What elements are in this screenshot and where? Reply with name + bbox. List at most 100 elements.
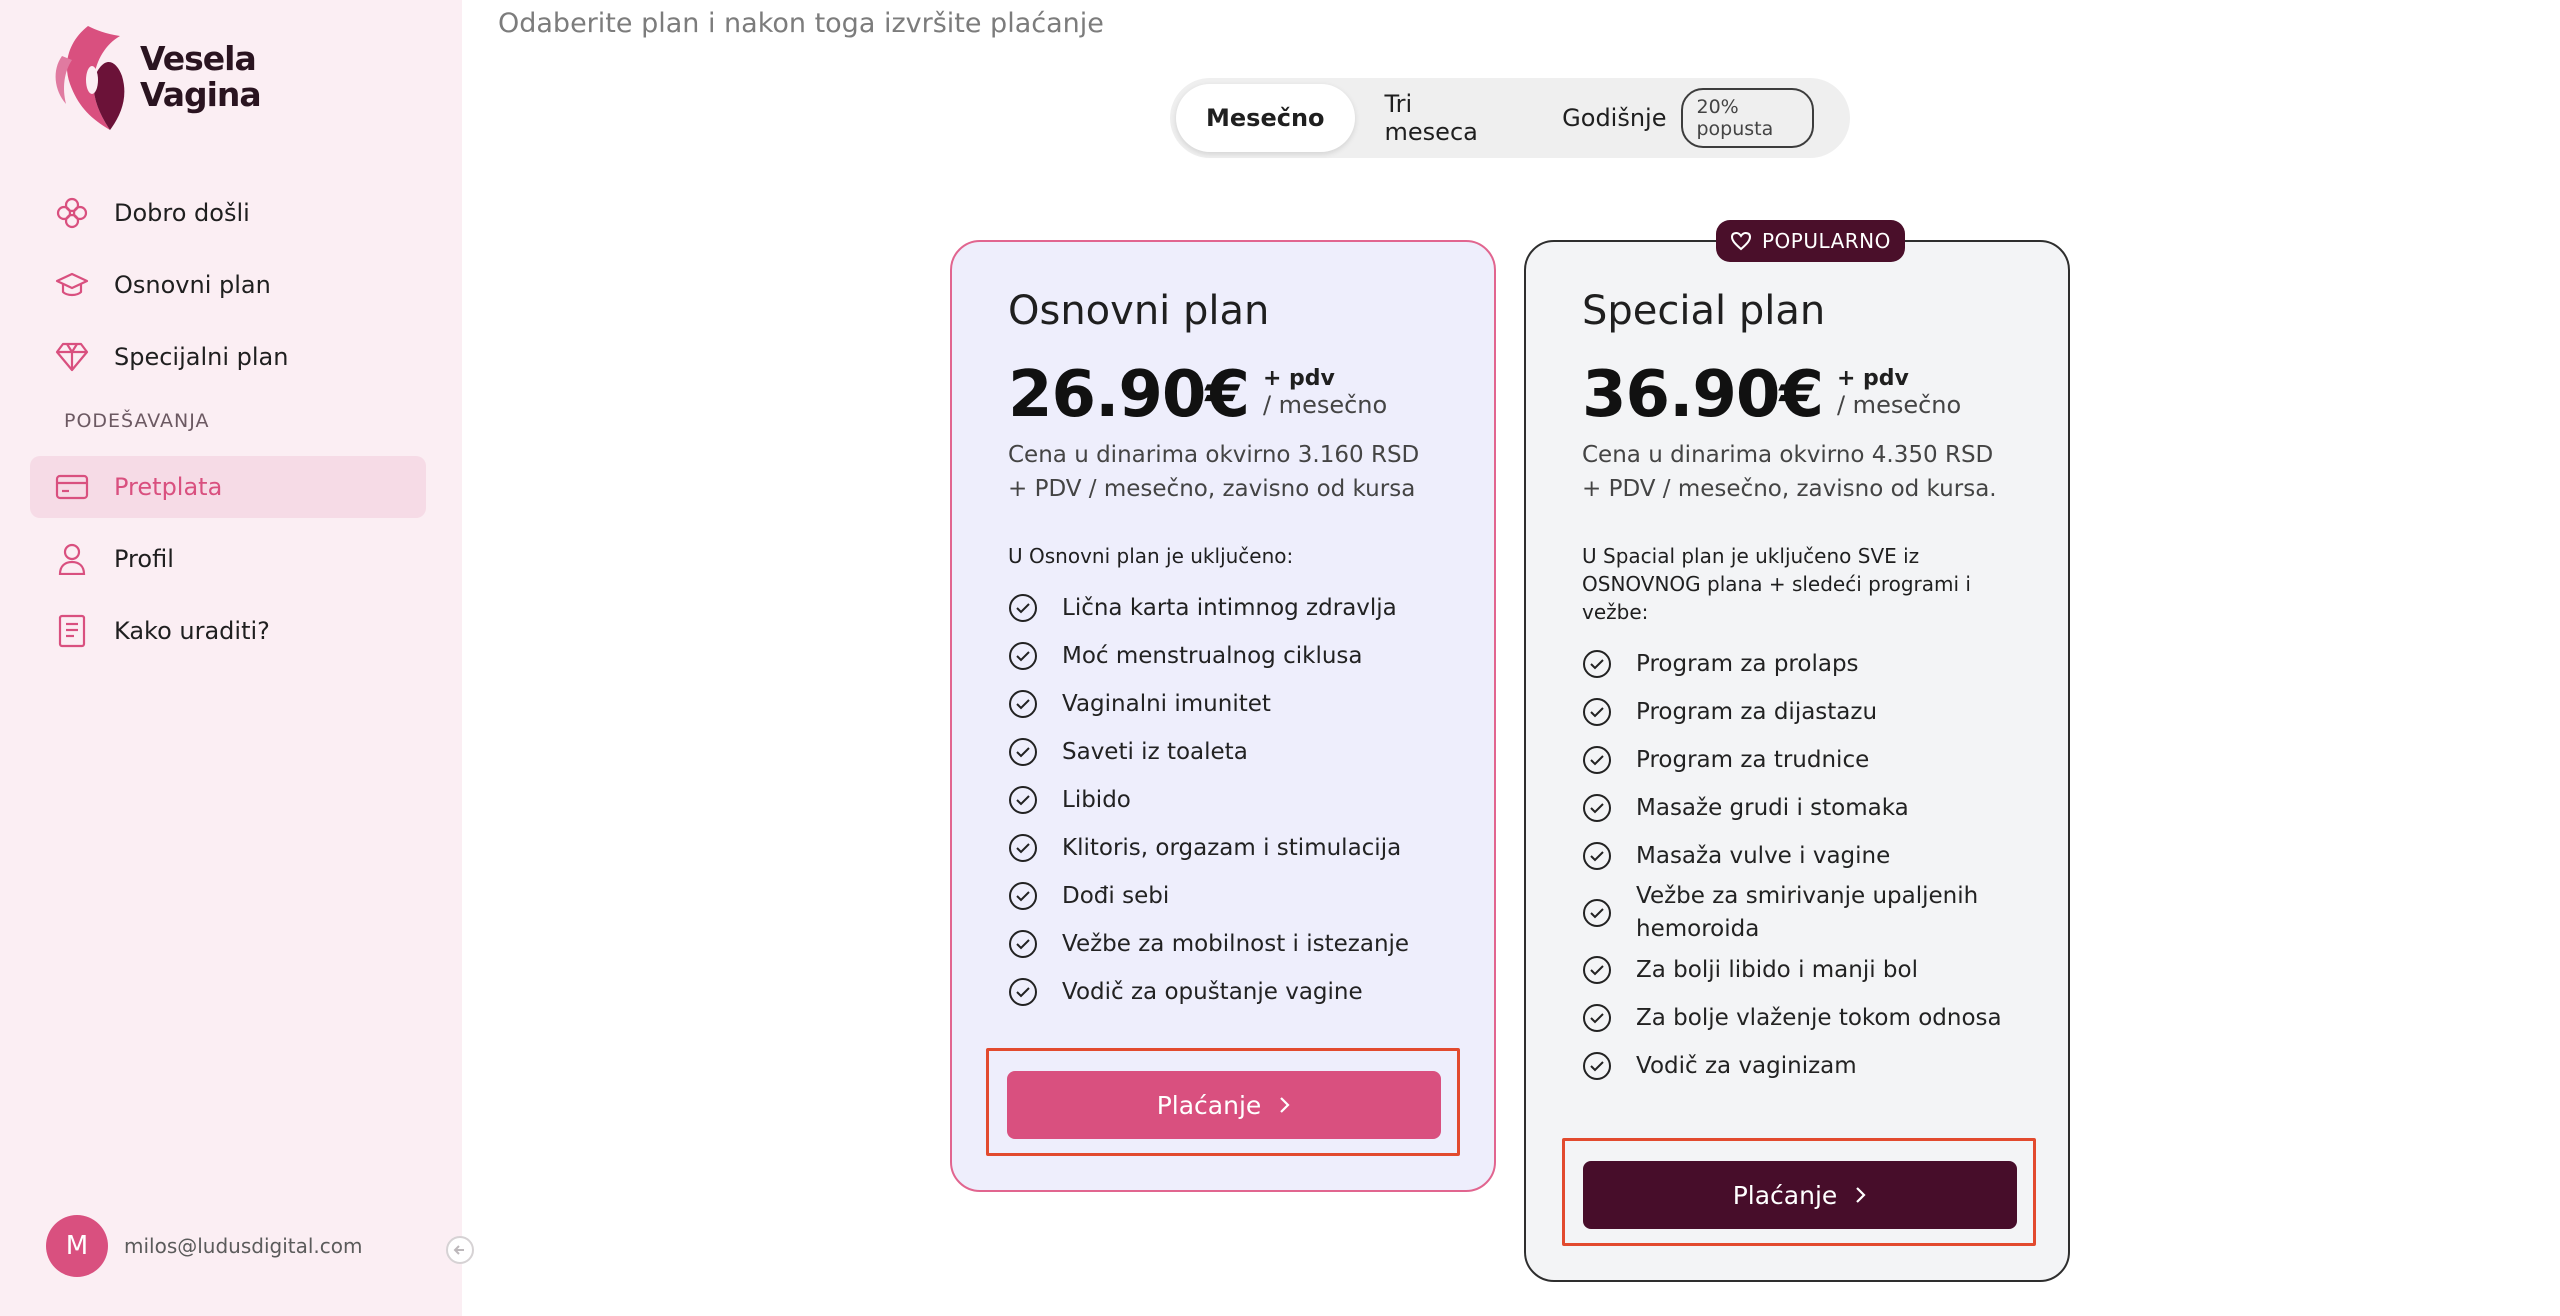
check-circle-icon	[1583, 746, 1611, 774]
check-circle-icon	[1583, 842, 1611, 870]
plan-name: Special plan	[1582, 288, 1826, 334]
sidebar-item-dobro-dosli[interactable]: Dobro došli	[30, 182, 426, 244]
plan-price: 36.90€	[1582, 358, 1824, 432]
sidebar-item-specijalni-plan[interactable]: Specijalni plan	[30, 326, 426, 388]
chevron-right-icon	[1280, 1097, 1290, 1113]
sidebar-item-osnovni-plan[interactable]: Osnovni plan	[30, 254, 426, 316]
discount-badge: 20% popusta	[1680, 88, 1814, 148]
feature-item: Klitoris, orgazam i stimulacija	[1008, 824, 1438, 872]
feature-item: Vodič za opuštanje vagine	[1008, 968, 1438, 1016]
feature-list: Lična karta intimnog zdravlja Moć menstr…	[1008, 584, 1438, 1016]
chevron-right-icon	[1856, 1187, 1866, 1203]
feature-item: Saveti iz toaleta	[1008, 728, 1438, 776]
feature-item: Vežbe za smirivanje upaljenih hemoroida	[1582, 880, 2012, 946]
sidebar-item-label: Profil	[114, 545, 174, 573]
logo-mark-icon	[55, 26, 125, 130]
plan-price: 26.90€	[1008, 358, 1250, 432]
sidebar-item-label: Osnovni plan	[114, 271, 271, 299]
popular-badge-label: POPULARNO	[1762, 229, 1891, 253]
avatar[interactable]: M	[46, 1215, 108, 1277]
sidebar-item-label: Specijalni plan	[114, 343, 289, 371]
check-circle-icon	[1583, 899, 1611, 927]
check-circle-icon	[1583, 794, 1611, 822]
check-circle-icon	[1009, 642, 1037, 670]
plan-pdv: + pdv	[1262, 366, 1335, 391]
feature-item: Vežbe za mobilnost i istezanje	[1008, 920, 1438, 968]
feature-list: Program za prolaps Program za dijastazu …	[1582, 640, 2012, 1090]
check-circle-icon	[1009, 978, 1037, 1006]
sidebar-item-label: Pretplata	[114, 473, 223, 501]
user-icon	[54, 541, 90, 577]
feature-item: Libido	[1008, 776, 1438, 824]
flower-icon	[54, 195, 90, 231]
feature-item: Dođi sebi	[1008, 872, 1438, 920]
plan-name: Osnovni plan	[1008, 288, 1270, 334]
logo-line1: Vesela	[140, 39, 257, 78]
feature-item: Za bolje vlaženje tokom odnosa	[1582, 994, 2012, 1042]
check-circle-icon	[1009, 930, 1037, 958]
check-circle-icon	[1583, 1004, 1611, 1032]
check-circle-icon	[1583, 956, 1611, 984]
user-profile[interactable]: M milos@ludusdigital.com	[46, 1215, 363, 1277]
pay-button-basic[interactable]: Plaćanje	[1007, 1071, 1441, 1139]
billing-option-tri-meseca[interactable]: Tri meseca	[1355, 84, 1533, 152]
pay-button-special[interactable]: Plaćanje	[1583, 1161, 2017, 1229]
page-subtitle: Odaberite plan i nakon toga izvršite pla…	[498, 8, 1104, 39]
check-circle-icon	[1583, 1052, 1611, 1080]
plan-period: / mesečno	[1836, 391, 1962, 419]
pay-button-label: Plaćanje	[1732, 1180, 1838, 1210]
popular-badge: POPULARNO	[1716, 220, 1905, 262]
check-circle-icon	[1009, 882, 1037, 910]
feature-item: Masaže grudi i stomaka	[1582, 784, 2012, 832]
check-circle-icon	[1009, 834, 1037, 862]
sidebar-item-kako-uraditi[interactable]: Kako uraditi?	[30, 600, 426, 662]
billing-option-label: Godišnje	[1562, 104, 1667, 132]
feature-item: Vaginalni imunitet	[1008, 680, 1438, 728]
sidebar-nav: Dobro došli Osnovni plan Specijalni plan…	[30, 182, 426, 672]
sidebar-item-label: Kako uraditi?	[114, 617, 270, 645]
billing-option-mesecno[interactable]: Mesečno	[1176, 84, 1355, 152]
check-circle-icon	[1583, 698, 1611, 726]
sidebar-item-profil[interactable]: Profil	[30, 528, 426, 590]
pay-button-highlight: Plaćanje	[986, 1048, 1460, 1156]
feature-item: Moć menstrualnog ciklusa	[1008, 632, 1438, 680]
check-circle-icon	[1583, 650, 1611, 678]
feature-item: Vodič za vaginizam	[1582, 1042, 2012, 1090]
feature-item: Program za trudnice	[1582, 736, 2012, 784]
graduation-cap-icon	[54, 267, 90, 303]
check-circle-icon	[1009, 690, 1037, 718]
sidebar: Vesela Vagina Dobro došli Osnovni plan S…	[0, 0, 474, 1316]
sidebar-item-label: Dobro došli	[114, 199, 250, 227]
plan-pdv: + pdv	[1836, 366, 1909, 391]
collapse-sidebar-button[interactable]	[446, 1236, 474, 1264]
feature-item: Program za dijastazu	[1582, 688, 2012, 736]
check-circle-icon	[1009, 594, 1037, 622]
check-circle-icon	[1009, 738, 1037, 766]
plan-included-title: U Spacial plan je uključeno SVE iz OSNOV…	[1582, 544, 1971, 624]
logo[interactable]: Vesela Vagina	[48, 18, 262, 136]
diamond-icon	[54, 339, 90, 375]
feature-item: Masaža vulve i vagine	[1582, 832, 2012, 880]
logo-line2: Vagina	[140, 75, 262, 114]
feature-item: Program za prolaps	[1582, 640, 2012, 688]
settings-section-label: PODEŠAVANJA	[64, 410, 210, 432]
pay-button-highlight: Plaćanje	[1562, 1138, 2036, 1246]
document-icon	[54, 613, 90, 649]
user-email: milos@ludusdigital.com	[124, 1234, 363, 1258]
plan-included-title: U Osnovni plan je uključeno:	[1008, 544, 1294, 568]
plan-price-note: Cena u dinarima okvirno 4.350 RSD + PDV …	[1582, 442, 1997, 502]
pay-button-label: Plaćanje	[1156, 1090, 1262, 1120]
plan-card-special: POPULARNO Special plan 36.90€ + pdv / me…	[1524, 220, 2070, 1282]
billing-period-toggle: Mesečno Tri meseca Godišnje 20% popusta	[1170, 78, 1850, 158]
sidebar-item-pretplata[interactable]: Pretplata	[30, 456, 426, 518]
feature-item: Za bolji libido i manji bol	[1582, 946, 2012, 994]
feature-item: Lična karta intimnog zdravlja	[1008, 584, 1438, 632]
heart-icon	[1730, 231, 1752, 251]
check-circle-icon	[1009, 786, 1037, 814]
credit-card-icon	[54, 469, 90, 505]
plan-period: / mesečno	[1262, 391, 1388, 419]
plan-price-note: Cena u dinarima okvirno 3.160 RSD + PDV …	[1008, 442, 1420, 502]
billing-option-godisnje[interactable]: Godišnje 20% popusta	[1532, 84, 1844, 152]
arrow-left-icon	[453, 1245, 464, 1255]
plan-card-basic: Osnovni plan 26.90€ + pdv / mesečno Cena…	[950, 240, 1496, 1192]
